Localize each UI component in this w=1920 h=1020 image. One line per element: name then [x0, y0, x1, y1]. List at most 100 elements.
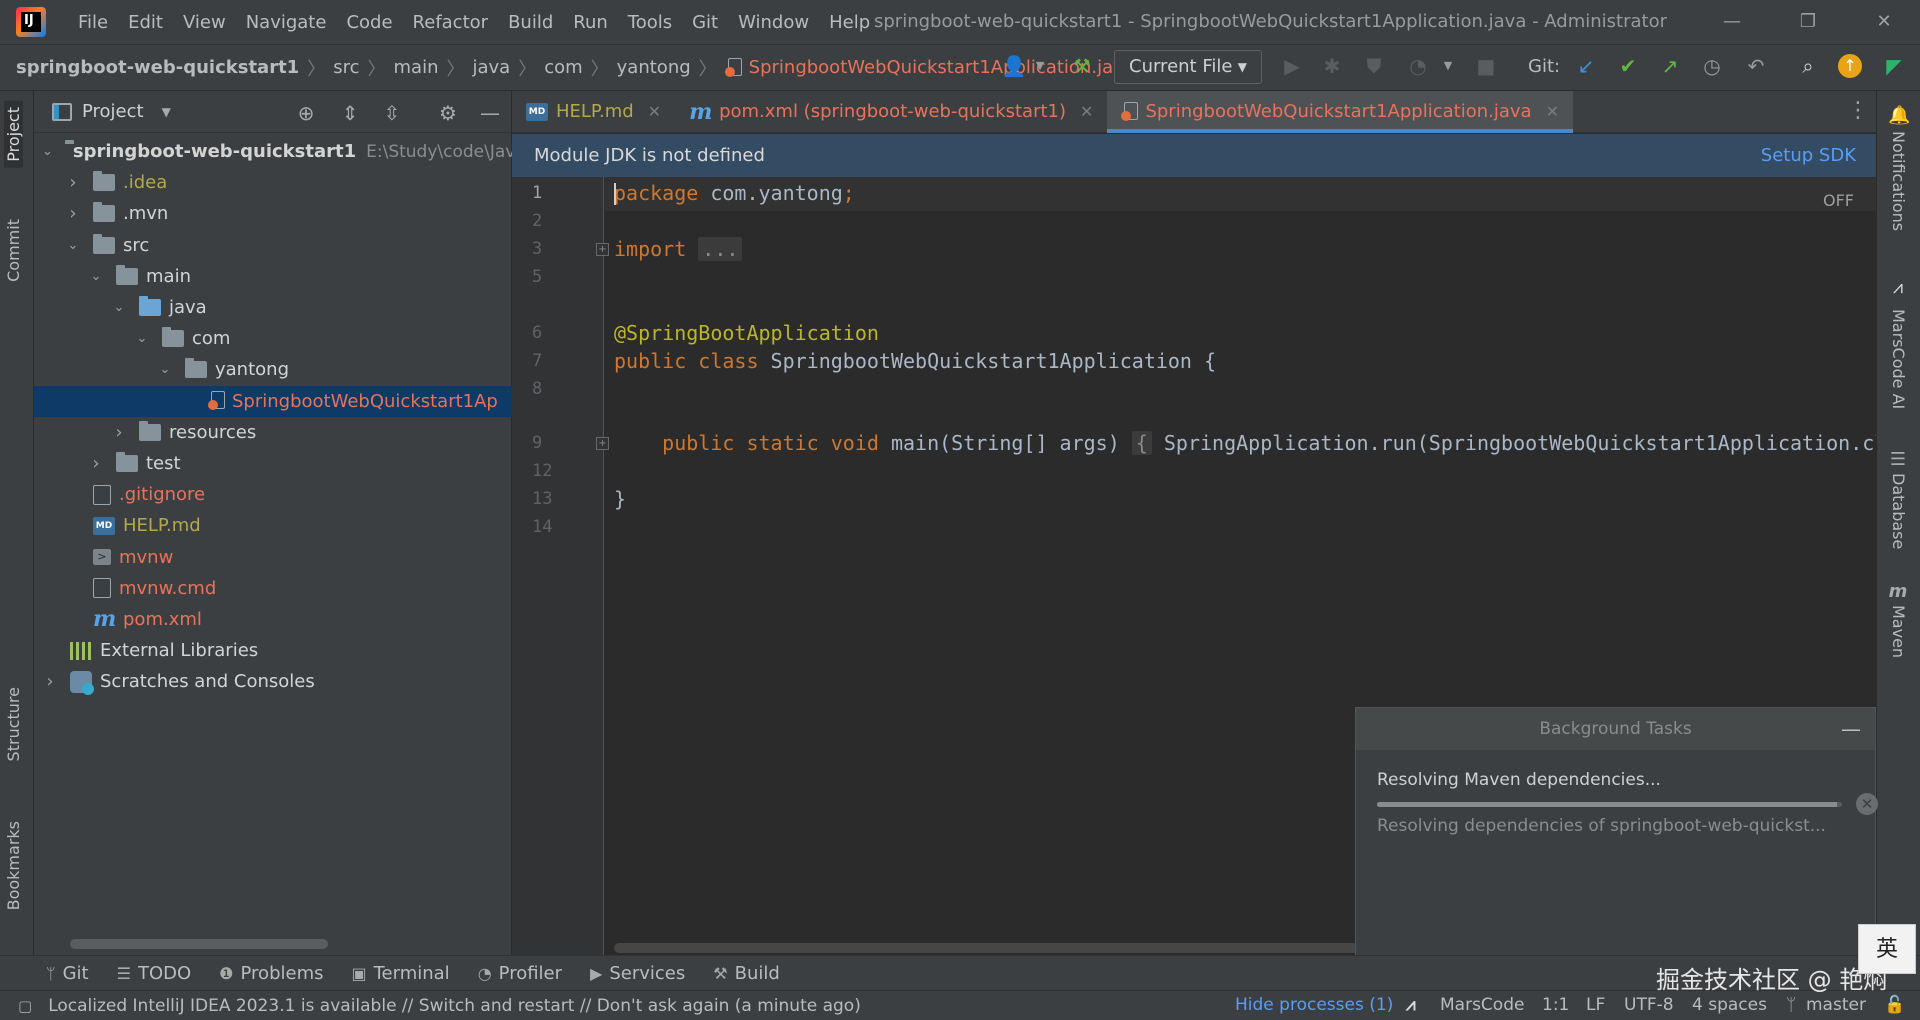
indent-setting[interactable]: 4 spaces [1692, 995, 1767, 1015]
tab-project[interactable]: Project [4, 101, 23, 168]
cancel-task-icon[interactable]: ✕ [1856, 793, 1878, 815]
tab-bookmarks[interactable]: Bookmarks [4, 821, 23, 910]
fold-toggle-icon[interactable]: + [596, 243, 609, 256]
breadcrumb-item[interactable]: yantong [617, 57, 691, 78]
restore-button[interactable]: ❐ [1794, 8, 1822, 36]
tool-build[interactable]: ⚒ Build [713, 963, 780, 984]
inspection-off-label[interactable]: OFF [1823, 191, 1854, 210]
tree-row-mvnw[interactable]: > mvnw [34, 541, 512, 572]
menu-tools[interactable]: Tools [618, 12, 682, 33]
gear-icon[interactable]: ⚙ [436, 101, 460, 125]
tree-row-src[interactable]: ⌄ src [34, 230, 512, 261]
chevron-right-icon[interactable]: › [88, 453, 104, 474]
toggle-tool-windows-icon[interactable]: ▢ [18, 997, 32, 1015]
history-icon[interactable]: ◷ [1698, 52, 1726, 80]
code-line[interactable]: public class SpringbootWebQuickstart1App… [614, 349, 1216, 373]
tree-row--gitignore[interactable]: .gitignore [34, 479, 512, 510]
breadcrumb-item[interactable]: springboot-web-quickstart1 [16, 57, 299, 78]
expand-all-icon[interactable]: ⇕ [338, 101, 362, 125]
tool-profiler[interactable]: ◔ Profiler [478, 963, 562, 984]
tree-row-external-libraries[interactable]: External Libraries [34, 635, 512, 666]
chevron-down-icon[interactable]: ⌄ [65, 238, 81, 253]
close-tab-icon[interactable]: ✕ [1546, 102, 1559, 121]
more-tabs-icon[interactable]: ⋮ [1840, 91, 1876, 133]
debug-icon[interactable]: ✱ [1318, 52, 1346, 80]
database-icon[interactable]: ☰ [1888, 449, 1908, 470]
rollback-icon[interactable]: ↶ [1742, 52, 1770, 80]
project-panel-title[interactable]: Project [82, 101, 144, 122]
menu-navigate[interactable]: Navigate [236, 12, 337, 33]
editor-tab-help[interactable]: MD HELP.md ✕ [512, 91, 675, 132]
bell-icon[interactable]: 🔔 [1888, 105, 1910, 126]
git-branch[interactable]: master [1806, 995, 1866, 1015]
tab-maven[interactable]: Maven [1889, 605, 1908, 658]
tree-row-mvnw-cmd[interactable]: mvnw.cmd [34, 573, 512, 604]
code-line[interactable]: package com.yantong; [614, 181, 855, 205]
stop-icon[interactable]: ■ [1472, 52, 1500, 80]
tree-row--idea[interactable]: › .idea [34, 167, 512, 198]
code-line[interactable]: public static void main(String[] args) {… [614, 431, 1876, 455]
menu-view[interactable]: View [173, 12, 236, 33]
tab-commit[interactable]: Commit [4, 219, 23, 282]
chevron-down-icon[interactable]: ▼ [1434, 52, 1462, 80]
tool-problems[interactable]: ❶ Problems [219, 963, 323, 984]
profile-icon[interactable]: ◔ [1404, 52, 1432, 80]
marscode-icon[interactable]: ⩘ [1888, 277, 1908, 298]
caret-position[interactable]: 1:1 [1542, 995, 1569, 1015]
build-hammer-icon[interactable]: ⚒ [1068, 52, 1096, 80]
tree-row-main[interactable]: ⌄ main [34, 261, 512, 292]
tool-todo[interactable]: ☰ TODO [117, 963, 192, 984]
tab-structure[interactable]: Structure [4, 687, 23, 761]
chevron-down-icon[interactable]: ⌄ [88, 269, 104, 284]
git-commit-icon[interactable]: ✔ [1614, 52, 1642, 80]
tab-database[interactable]: Database [1889, 473, 1908, 549]
breadcrumb-item[interactable]: java [472, 57, 510, 78]
breadcrumb-item[interactable]: main [394, 57, 439, 78]
chevron-right-icon[interactable]: › [111, 422, 127, 443]
menu-help[interactable]: Help [819, 12, 880, 33]
menu-edit[interactable]: Edit [118, 12, 173, 33]
tree-row-java[interactable]: ⌄ java [34, 292, 512, 323]
chevron-right-icon[interactable]: › [65, 203, 81, 224]
tree-row-scratches-and-consoles[interactable]: › Scratches and Consoles [34, 666, 512, 697]
editor-gutter[interactable]: 1 2 3 5 6 7 8 9 12 13 14 [512, 177, 604, 955]
chevron-down-icon[interactable]: ⌄ [111, 300, 127, 315]
run-icon[interactable]: ▶ [1278, 52, 1306, 80]
maven-icon[interactable]: m [1888, 581, 1908, 602]
tree-row-com[interactable]: ⌄ com [34, 323, 512, 354]
breadcrumb-item[interactable]: src [333, 57, 359, 78]
git-push-icon[interactable]: ↗ [1656, 52, 1684, 80]
ime-indicator[interactable]: 英 [1858, 924, 1916, 974]
editor-tab-springbootwebquickstart1application[interactable]: SpringbootWebQuickstart1Application.java… [1107, 91, 1573, 133]
menu-refactor[interactable]: Refactor [403, 12, 499, 33]
fold-toggle-icon[interactable]: + [596, 437, 609, 450]
editor-tab-pom[interactable]: m pom.xml (springboot-web-quickstart1) ✕ [675, 91, 1107, 132]
tool-terminal[interactable]: ▣ Terminal [351, 963, 449, 984]
minimize-popup-icon[interactable]: — [1841, 708, 1861, 750]
tree-row-test[interactable]: › test [34, 448, 512, 479]
menu-run[interactable]: Run [563, 12, 618, 33]
close-tab-icon[interactable]: ✕ [1080, 102, 1093, 121]
menu-git[interactable]: Git [682, 12, 728, 33]
chevron-right-icon[interactable]: › [65, 172, 81, 193]
coverage-icon[interactable]: ⛊ [1360, 52, 1388, 80]
user-icon[interactable]: 👤 [1000, 52, 1028, 80]
tool-git[interactable]: ᛘ Git [46, 963, 89, 984]
search-icon[interactable]: ⌕ [1794, 52, 1822, 80]
locate-file-icon[interactable]: ⊕ [294, 101, 318, 125]
chevron-right-icon[interactable]: › [42, 671, 58, 692]
hide-panel-icon[interactable]: — [478, 101, 502, 125]
line-separator[interactable]: LF [1586, 995, 1605, 1015]
lock-icon[interactable]: 🔓 [1884, 995, 1905, 1015]
tree-row-springboot-web-quickstart1[interactable]: ⌄ springboot-web-quickstart1 E:\Study\code… [34, 136, 543, 167]
run-configuration-select[interactable]: Current File ▼ [1114, 50, 1262, 84]
file-encoding[interactable]: UTF-8 [1624, 995, 1674, 1015]
tree-row-pom-xml[interactable]: m pom.xml [34, 604, 512, 635]
tree-row-springbootwebquickstart1ap[interactable]: SpringbootWebQuickstart1Ap [34, 385, 512, 417]
menu-file[interactable]: File [68, 12, 118, 33]
marscode-toolbar-icon[interactable]: ◤ [1880, 52, 1908, 80]
menu-window[interactable]: Window [728, 12, 819, 33]
tree-row-resources[interactable]: › resources [34, 417, 512, 448]
chevron-down-icon[interactable]: ⌄ [42, 144, 53, 159]
minimize-button[interactable]: — [1718, 8, 1746, 36]
